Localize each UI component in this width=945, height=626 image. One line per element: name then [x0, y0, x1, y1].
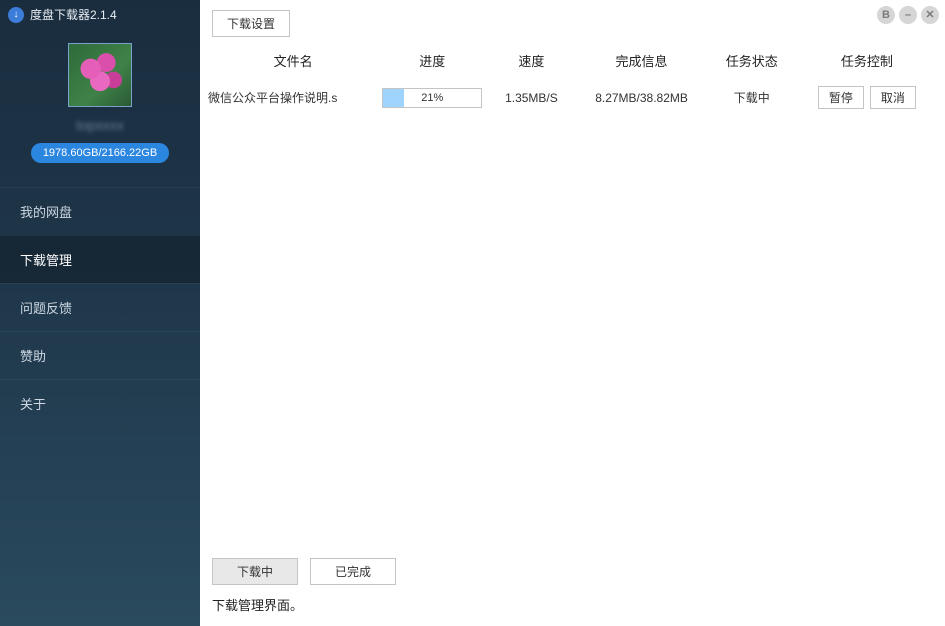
username: topxxxx: [76, 117, 123, 133]
col-header-name: 文件名: [208, 43, 378, 80]
close-button[interactable]: ✕: [921, 6, 939, 24]
cell-control: 暂停 取消: [797, 80, 937, 115]
sidebar-item-label: 关于: [20, 397, 46, 412]
col-header-progress: 进度: [378, 43, 486, 80]
sidebar-item-label: 赞助: [20, 349, 46, 364]
cell-status: 下载中: [707, 80, 797, 115]
table-row[interactable]: 微信公众平台操作说明.s 21% 1.35MB/S 8.27MB/38.82MB…: [208, 80, 937, 115]
cell-speed: 1.35MB/S: [486, 80, 576, 115]
window-controls: B – ✕: [877, 6, 939, 24]
footer-tabs: 下载中 已完成: [200, 550, 945, 589]
sidebar-item-label: 问题反馈: [20, 301, 72, 316]
pause-button[interactable]: 暂停: [818, 86, 864, 109]
col-header-status: 任务状态: [707, 43, 797, 80]
sidebar-item-about[interactable]: 关于: [0, 379, 200, 427]
toolbar: 下载设置: [200, 0, 945, 43]
cancel-button[interactable]: 取消: [870, 86, 916, 109]
cell-filename: 微信公众平台操作说明.s: [208, 80, 378, 115]
sidebar-nav: 我的网盘 下载管理 问题反馈 赞助 关于: [0, 187, 200, 427]
download-settings-button[interactable]: 下载设置: [212, 10, 290, 37]
sidebar-item-feedback[interactable]: 问题反馈: [0, 283, 200, 331]
sidebar-item-downloads[interactable]: 下载管理: [0, 235, 200, 283]
progress-bar: 21%: [382, 88, 482, 108]
profile-section: topxxxx 1978.60GB/2166.22GB: [0, 29, 200, 175]
sidebar-item-donate[interactable]: 赞助: [0, 331, 200, 379]
app-icon: ↓: [8, 7, 24, 23]
main-area: B – ✕ 下载设置 文件名 进度 速度 完成信息 任务状态 任务控制: [200, 0, 945, 626]
col-header-speed: 速度: [486, 43, 576, 80]
app-title: 度盘下载器2.1.4: [30, 6, 117, 23]
download-table: 文件名 进度 速度 完成信息 任务状态 任务控制 微信公众平台操作说明.s: [208, 43, 937, 115]
storage-badge: 1978.60GB/2166.22GB: [31, 143, 169, 163]
tab-downloading[interactable]: 下载中: [212, 558, 298, 585]
avatar-image: [69, 44, 131, 106]
minimize-button[interactable]: –: [899, 6, 917, 24]
tab-completed[interactable]: 已完成: [310, 558, 396, 585]
titlebar: ↓ 度盘下载器2.1.4: [0, 0, 200, 29]
sidebar: ↓ 度盘下载器2.1.4 topxxxx 1978.60GB/2166.22GB…: [0, 0, 200, 626]
sidebar-item-mydisk[interactable]: 我的网盘: [0, 187, 200, 235]
col-header-info: 完成信息: [576, 43, 706, 80]
download-table-wrap: 文件名 进度 速度 完成信息 任务状态 任务控制 微信公众平台操作说明.s: [200, 43, 945, 550]
sidebar-item-label: 下载管理: [20, 253, 72, 268]
avatar[interactable]: [68, 43, 132, 107]
sidebar-item-label: 我的网盘: [20, 205, 72, 220]
cell-progress: 21%: [378, 80, 486, 115]
progress-text: 21%: [383, 89, 481, 107]
back-button[interactable]: B: [877, 6, 895, 24]
footer-caption: 下载管理界面。: [200, 589, 945, 626]
col-header-control: 任务控制: [797, 43, 937, 80]
cell-info: 8.27MB/38.82MB: [576, 80, 706, 115]
